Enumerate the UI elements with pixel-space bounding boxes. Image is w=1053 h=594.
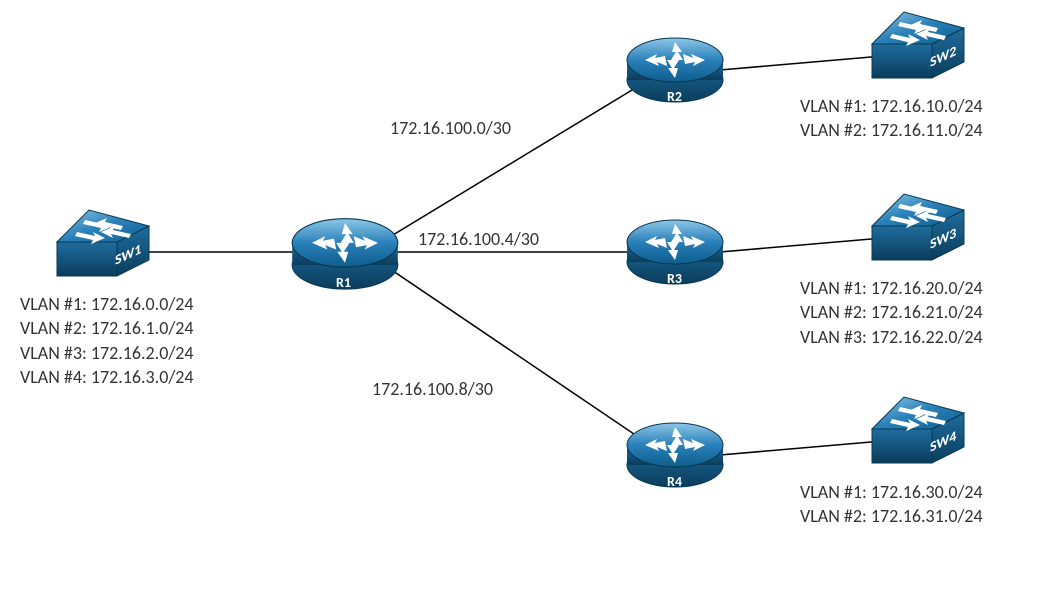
switch-icon (870, 192, 966, 262)
switch-sw2: SW2 (870, 10, 966, 80)
switch-sw1: SW1 (55, 208, 151, 278)
vlan-line: VLAN #4: 172.16.3.0/24 (20, 365, 194, 389)
router-icon (625, 214, 725, 292)
diagram-canvas: R1 R2 R3 R4 SW1 SW2 SW3 SW4 172.16.100.0… (0, 0, 1053, 594)
router-r2: R2 (625, 32, 725, 110)
vlan-line: VLAN #2: 172.16.21.0/24 (800, 300, 983, 324)
vlan-line: VLAN #2: 172.16.31.0/24 (800, 504, 983, 528)
vlan-line: VLAN #1: 172.16.0.0/24 (20, 292, 194, 316)
vlan-block-sw1: VLAN #1: 172.16.0.0/24 VLAN #2: 172.16.1… (20, 292, 194, 389)
vlan-line: VLAN #1: 172.16.20.0/24 (800, 276, 983, 300)
vlan-line: VLAN #2: 172.16.11.0/24 (800, 118, 983, 142)
vlan-line: VLAN #3: 172.16.22.0/24 (800, 325, 983, 349)
switch-sw3: SW3 (870, 192, 966, 262)
router-icon (625, 417, 725, 495)
vlan-block-sw3: VLAN #1: 172.16.20.0/24 VLAN #2: 172.16.… (800, 276, 983, 349)
switch-icon (55, 208, 151, 278)
link-r1-r2-label: 172.16.100.0/30 (390, 117, 511, 139)
vlan-block-sw4: VLAN #1: 172.16.30.0/24 VLAN #2: 172.16.… (800, 480, 983, 529)
switch-icon (870, 395, 966, 465)
vlan-line: VLAN #1: 172.16.30.0/24 (800, 480, 983, 504)
link-r1-r4-label: 172.16.100.8/30 (372, 378, 493, 400)
vlan-block-sw2: VLAN #1: 172.16.10.0/24 VLAN #2: 172.16.… (800, 94, 983, 143)
vlan-line: VLAN #3: 172.16.2.0/24 (20, 341, 194, 365)
link-r1-r3-label: 172.16.100.4/30 (418, 228, 539, 250)
switch-sw4: SW4 (870, 395, 966, 465)
vlan-line: VLAN #2: 172.16.1.0/24 (20, 316, 194, 340)
switch-icon (870, 10, 966, 80)
router-icon (625, 32, 725, 110)
router-r3: R3 (625, 214, 725, 292)
router-r1: R1 (290, 212, 400, 298)
router-icon (290, 212, 400, 298)
vlan-line: VLAN #1: 172.16.10.0/24 (800, 94, 983, 118)
router-r4: R4 (625, 417, 725, 495)
